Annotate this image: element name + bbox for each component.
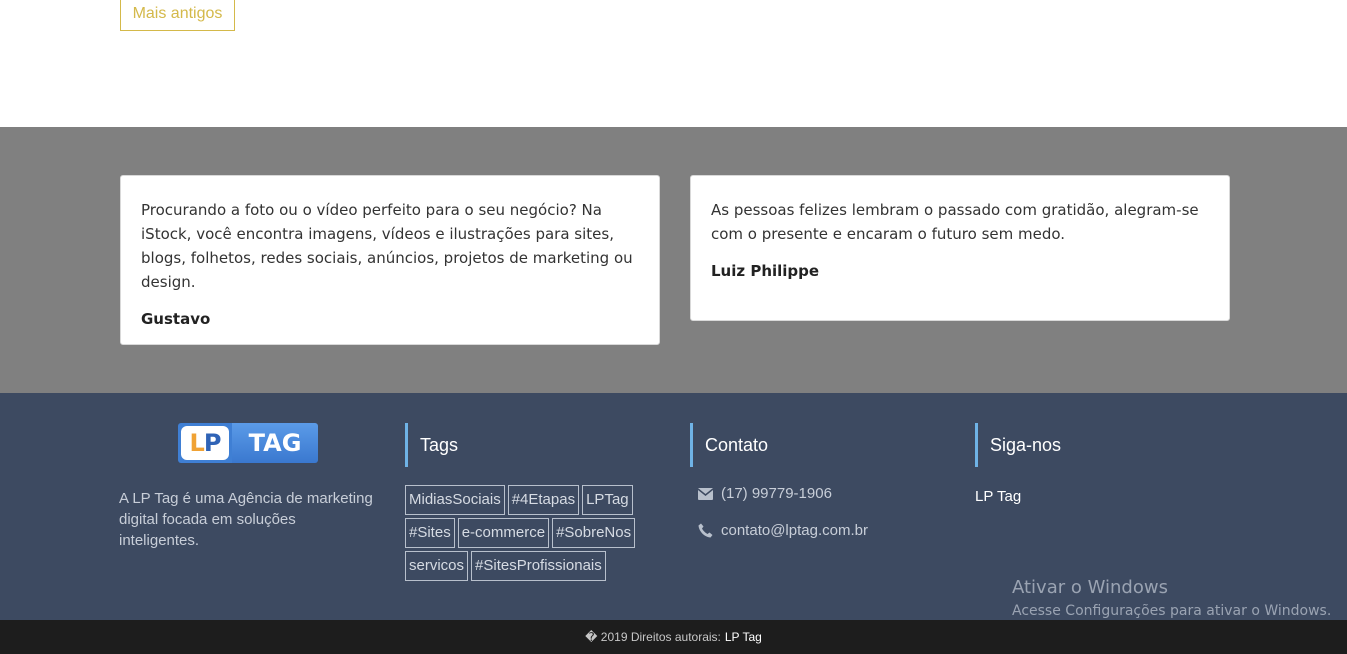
copyright-bar: � 2019 Direitos autorais: LP Tag [0, 620, 1347, 654]
copyright-brand-link[interactable]: LP Tag [725, 630, 762, 644]
logo-lp-block: LP [178, 423, 232, 463]
about-text: A LP Tag é uma Agência de marketing digi… [119, 490, 373, 549]
testimonial-text: Procurando a foto ou o vídeo perfeito pa… [141, 201, 633, 291]
testimonial-text: As pessoas felizes lembram o passado com… [711, 201, 1199, 243]
testimonial-card: Procurando a foto ou o vídeo perfeito pa… [120, 175, 660, 345]
testimonial-card: As pessoas felizes lembram o passado com… [690, 175, 1230, 321]
tags-heading: Tags [405, 423, 458, 467]
contact-email: contato@lptag.com.br [697, 522, 868, 539]
email-text[interactable]: contato@lptag.com.br [721, 522, 868, 539]
testimonial-author: Gustavo [141, 310, 211, 328]
follow-heading: Siga-nos [975, 423, 1061, 467]
windows-activation-watermark: Ativar o Windows Acesse Configurações pa… [1012, 576, 1331, 622]
watermark-subtitle: Acesse Configurações para ativar o Windo… [1012, 603, 1332, 619]
tag-link[interactable]: #Sites [405, 518, 455, 548]
envelope-icon [697, 486, 713, 502]
tag-link[interactable]: MidiasSociais [405, 485, 505, 515]
phone-icon [697, 523, 713, 539]
tag-link[interactable]: #SitesProfissionais [471, 551, 606, 581]
contact-phone: (17) 99779-1906 [697, 485, 832, 502]
older-posts-button[interactable]: Mais antigos [120, 0, 235, 31]
footer: LP TAG A LP Tag é uma Agência de marketi… [0, 393, 1347, 620]
contact-heading: Contato [690, 423, 768, 467]
tag-link[interactable]: #SobreNos [552, 518, 636, 548]
tag-cloud: MidiasSociais #4Etapas LPTag #Sites e-co… [405, 485, 655, 581]
watermark-title: Ativar o Windows [1012, 577, 1168, 598]
follow-lptag-link[interactable]: LP Tag [975, 488, 1021, 505]
copyright-text: � 2019 Direitos autorais: [585, 630, 721, 644]
lptag-logo[interactable]: LP TAG [178, 423, 318, 463]
tag-link[interactable]: LPTag [582, 485, 633, 515]
tag-link[interactable]: servicos [405, 551, 469, 581]
testimonials-section: Procurando a foto ou o vídeo perfeito pa… [0, 127, 1347, 393]
logo-tag-text: TAG [232, 423, 318, 463]
tag-link[interactable]: #4Etapas [507, 485, 580, 515]
tag-link[interactable]: e-commerce [457, 518, 550, 548]
phone-text: (17) 99779-1906 [721, 485, 832, 502]
testimonial-author: Luiz Philippe [711, 262, 820, 280]
top-section: Mais antigos [0, 0, 1347, 127]
logo-lp-text: LP [181, 426, 229, 460]
